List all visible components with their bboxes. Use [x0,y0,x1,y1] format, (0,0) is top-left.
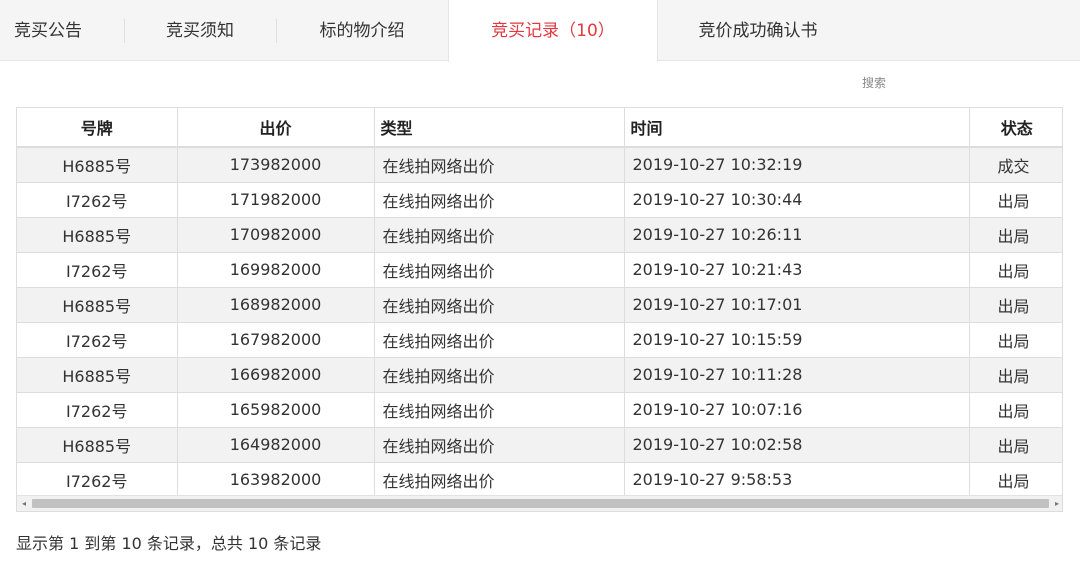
cell-number: H6885号 [17,356,178,392]
cell-price: 173982000 [177,146,375,182]
header-type[interactable]: 类型 [374,108,625,148]
tab-auction-notice[interactable]: 竞买须知 [124,0,276,61]
table-row: I7262号 163982000 在线拍网络出价 2019-10-27 9:58:53… [17,461,1062,497]
table-row: H6885号 164982000 在线拍网络出价 2019-10-27 10:02:5… [17,426,1062,462]
header-price[interactable]: 出价 [177,108,375,148]
cell-type: 在线拍网络出价 [374,426,625,462]
cell-time: 2019-10-27 10:26:11 [624,216,970,252]
cell-price: 163982000 [177,461,375,497]
table-row: I7262号 165982000 在线拍网络出价 2019-10-27 10:07:1… [17,391,1062,427]
table-row: H6885号 173982000 在线拍网络出价 2019-10-27 10:32:1… [17,146,1062,182]
table-row: I7262号 169982000 在线拍网络出价 2019-10-27 10:21:4… [17,251,1062,287]
cell-type: 在线拍网络出价 [374,356,625,392]
cell-type: 在线拍网络出价 [374,391,625,427]
tab-bar: 竞买公告 竞买须知 标的物介绍 竞买记录（10） 竞价成功确认书 [0,0,1080,62]
cell-price: 169982000 [177,251,375,287]
cell-time: 2019-10-27 10:11:28 [624,356,970,392]
cell-type: 在线拍网络出价 [374,286,625,322]
bid-records-table-container: 号牌 出价 类型 时间 状态 H6885号 173982000 在线拍网络出价 201… [16,107,1063,512]
cell-time: 2019-10-27 9:58:53 [624,461,970,497]
table-row: H6885号 166982000 在线拍网络出价 2019-10-27 10:11:2… [17,356,1062,392]
cell-price: 170982000 [177,216,375,252]
cell-number: I7262号 [17,181,178,217]
cell-price: 168982000 [177,286,375,322]
cell-number: H6885号 [17,216,178,252]
cell-time: 2019-10-27 10:30:44 [624,181,970,217]
cell-number: H6885号 [17,286,178,322]
cell-number: H6885号 [17,146,178,182]
cell-price: 164982000 [177,426,375,462]
table-row: I7262号 171982000 在线拍网络出价 2019-10-27 10:30:4… [17,181,1062,217]
header-time[interactable]: 时间 [624,108,970,148]
cell-price: 166982000 [177,356,375,392]
cell-status: 出局 [969,251,1062,287]
cell-type: 在线拍网络出价 [374,251,625,287]
cell-type: 在线拍网络出价 [374,146,625,182]
cell-type: 在线拍网络出价 [374,216,625,252]
horizontal-scrollbar[interactable]: ◂ ▸ [17,495,1062,511]
cell-number: H6885号 [17,426,178,462]
tab-item-introduction[interactable]: 标的物介绍 [276,0,448,61]
cell-number: I7262号 [17,391,178,427]
cell-status: 出局 [969,461,1062,497]
pagination-summary: 显示第 1 到第 10 条记录，总共 10 条记录 [16,534,322,553]
cell-time: 2019-10-27 10:17:01 [624,286,970,322]
cell-status: 出局 [969,391,1062,427]
cell-status: 出局 [969,321,1062,357]
tab-bid-confirmation[interactable]: 竞价成功确认书 [658,0,858,61]
cell-time: 2019-10-27 10:32:19 [624,146,970,182]
scroll-left-icon[interactable]: ◂ [17,496,31,511]
cell-time: 2019-10-27 10:15:59 [624,321,970,357]
table-row: H6885号 170982000 在线拍网络出价 2019-10-27 10:26:1… [17,216,1062,252]
cell-number: I7262号 [17,461,178,497]
tab-bid-records[interactable]: 竞买记录（10） [448,0,658,62]
table-row: H6885号 168982000 在线拍网络出价 2019-10-27 10:17:0… [17,286,1062,322]
cell-status: 出局 [969,216,1062,252]
cell-price: 165982000 [177,391,375,427]
header-status[interactable]: 状态 [969,108,1062,148]
cell-status: 出局 [969,356,1062,392]
table-header-row: 号牌 出价 类型 时间 状态 [17,108,1062,148]
search-link[interactable]: 搜索 [862,74,886,91]
scroll-right-icon[interactable]: ▸ [1050,496,1062,511]
cell-type: 在线拍网络出价 [374,181,625,217]
cell-time: 2019-10-27 10:02:58 [624,426,970,462]
tab-auction-announcement[interactable]: 竞买公告 [0,0,124,61]
scrollbar-thumb[interactable] [32,499,1049,508]
cell-status: 出局 [969,286,1062,322]
cell-price: 167982000 [177,321,375,357]
table-row: I7262号 167982000 在线拍网络出价 2019-10-27 10:15:5… [17,321,1062,357]
cell-status: 成交 [969,146,1062,182]
cell-type: 在线拍网络出价 [374,461,625,497]
cell-time: 2019-10-27 10:07:16 [624,391,970,427]
cell-type: 在线拍网络出价 [374,321,625,357]
cell-time: 2019-10-27 10:21:43 [624,251,970,287]
bid-records-table: 号牌 出价 类型 时间 状态 H6885号 173982000 在线拍网络出价 201… [17,108,1062,497]
cell-number: I7262号 [17,251,178,287]
cell-number: I7262号 [17,321,178,357]
cell-status: 出局 [969,181,1062,217]
header-number[interactable]: 号牌 [17,108,178,148]
cell-status: 出局 [969,426,1062,462]
cell-price: 171982000 [177,181,375,217]
